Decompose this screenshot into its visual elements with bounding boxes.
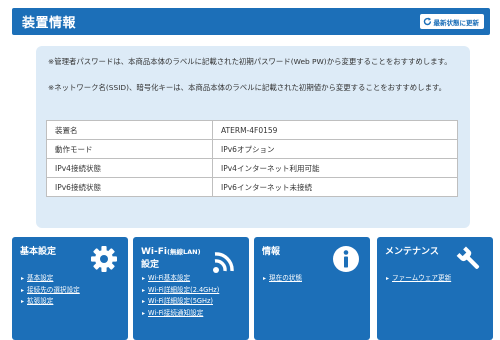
card-link[interactable]: ▸ 基本設定 bbox=[21, 273, 80, 285]
link-wifi-24ghz[interactable]: Wi-Fi詳細設定(2.4GHz) bbox=[148, 286, 219, 294]
refresh-button[interactable]: 最新状態に更新 bbox=[419, 14, 484, 29]
card-link[interactable]: ▸ Wi-Fi基本設定 bbox=[142, 273, 219, 285]
card-title: Wi-Fi(無線LAN) 設定 bbox=[141, 246, 201, 272]
table-cell-value: ATERM-4F0159 bbox=[212, 120, 458, 140]
table-cell-label: IPv4接続状態 bbox=[46, 158, 213, 178]
card-link[interactable]: ▸ 拡張設定 bbox=[21, 296, 80, 308]
table-cell-label: IPv6接続状態 bbox=[46, 177, 213, 197]
card-link[interactable]: ▸ Wi-Fi接続通知設定 bbox=[142, 308, 219, 320]
gear-icon bbox=[91, 246, 117, 272]
card-link-list: ▸ 基本設定 ▸ 接続先の選択設定 ▸ 拡張設定 bbox=[21, 273, 80, 308]
arrow-right-icon: ▸ bbox=[142, 298, 146, 305]
card-link[interactable]: ▸ 接続先の選択設定 bbox=[21, 285, 80, 297]
maintenance-card[interactable]: メンテナンス ▸ ファームウェア更新 bbox=[377, 237, 493, 340]
refresh-icon bbox=[423, 17, 431, 26]
arrow-right-icon: ▸ bbox=[142, 309, 146, 317]
link-extended-settings[interactable]: 拡張設定 bbox=[27, 297, 53, 305]
card-title-main: Wi-Fi bbox=[141, 247, 167, 257]
admin-password-note: ※管理者パスワードは、本商品本体のラベルに記載された初期パスワード(Web PW… bbox=[48, 57, 452, 66]
basic-settings-card[interactable]: 基本設定 ▸ 基本設定 ▸ 接続先の選択設定 ▸ 拡張設定 bbox=[12, 237, 128, 340]
arrow-right-icon: ▸ bbox=[386, 275, 390, 282]
card-title: 基本設定 bbox=[20, 247, 57, 257]
table-row: 動作モード IPv6オプション bbox=[46, 139, 458, 159]
card-title-sub: (無線LAN) bbox=[166, 248, 201, 256]
table-cell-value: IPv6オプション bbox=[212, 139, 458, 159]
device-info-table: 装置名 ATERM-4F0159 動作モード IPv6オプション IPv4接続状… bbox=[46, 120, 458, 197]
link-basic-settings[interactable]: 基本設定 bbox=[27, 274, 53, 282]
arrow-right-icon: ▸ bbox=[142, 286, 146, 294]
page-title: 装置情報 bbox=[22, 16, 77, 31]
table-row: 装置名 ATERM-4F0159 bbox=[46, 120, 458, 140]
card-link[interactable]: ▸ ファームウェア更新 bbox=[386, 273, 451, 285]
card-link[interactable]: ▸ Wi-Fi詳細設定(2.4GHz) bbox=[142, 285, 219, 297]
card-title: 情報 bbox=[262, 247, 281, 257]
device-info-panel: ※管理者パスワードは、本商品本体のラベルに記載された初期パスワード(Web PW… bbox=[36, 46, 470, 228]
arrow-right-icon: ▸ bbox=[142, 275, 146, 282]
wifi-signal-icon bbox=[213, 252, 234, 273]
wrench-icon bbox=[456, 246, 480, 269]
arrow-right-icon: ▸ bbox=[21, 298, 25, 305]
table-row: IPv4接続状態 IPv4インターネット利用可能 bbox=[46, 158, 458, 178]
arrow-right-icon: ▸ bbox=[21, 286, 25, 294]
card-link-list: ▸ Wi-Fi基本設定 ▸ Wi-Fi詳細設定(2.4GHz) ▸ Wi-Fi詳細設定… bbox=[142, 273, 219, 319]
arrow-right-icon: ▸ bbox=[263, 275, 267, 282]
table-row: IPv6接続状態 IPv6インターネット未接続 bbox=[46, 177, 458, 197]
ssid-key-note: ※ネットワーク名(SSID)、暗号化キーは、本商品本体のラベルに記載された初期値… bbox=[48, 83, 447, 92]
table-cell-label: 動作モード bbox=[46, 139, 213, 159]
link-firmware-update[interactable]: ファームウェア更新 bbox=[392, 274, 451, 282]
info-card[interactable]: 情報 ▸ 現在の状態 bbox=[254, 237, 370, 340]
card-link-list: ▸ 現在の状態 bbox=[263, 273, 302, 285]
link-wifi-notify[interactable]: Wi-Fi接続通知設定 bbox=[148, 309, 203, 317]
link-connection-select[interactable]: 接続先の選択設定 bbox=[27, 286, 80, 294]
info-icon bbox=[333, 246, 359, 272]
card-link[interactable]: ▸ 現在の状態 bbox=[263, 273, 302, 285]
table-cell-label: 装置名 bbox=[46, 120, 213, 140]
table-cell-value: IPv4インターネット利用可能 bbox=[212, 158, 458, 178]
page-header: 装置情報 最新状態に更新 bbox=[12, 8, 490, 35]
refresh-button-label: 最新状態に更新 bbox=[433, 18, 480, 27]
link-wifi-basic[interactable]: Wi-Fi基本設定 bbox=[148, 274, 190, 282]
arrow-right-icon: ▸ bbox=[21, 275, 25, 282]
link-wifi-5ghz[interactable]: Wi-Fi詳細設定(5GHz) bbox=[148, 297, 213, 305]
card-title: メンテナンス bbox=[385, 247, 439, 257]
card-link-list: ▸ ファームウェア更新 bbox=[386, 273, 451, 285]
card-title-line2: 設定 bbox=[141, 260, 160, 270]
card-link[interactable]: ▸ Wi-Fi詳細設定(5GHz) bbox=[142, 296, 219, 308]
wifi-settings-card[interactable]: Wi-Fi(無線LAN) 設定 ▸ Wi-Fi基本設定 ▸ Wi-Fi詳細設定(2.… bbox=[133, 237, 249, 340]
link-current-status[interactable]: 現在の状態 bbox=[269, 274, 302, 282]
table-cell-value: IPv6インターネット未接続 bbox=[212, 177, 458, 197]
